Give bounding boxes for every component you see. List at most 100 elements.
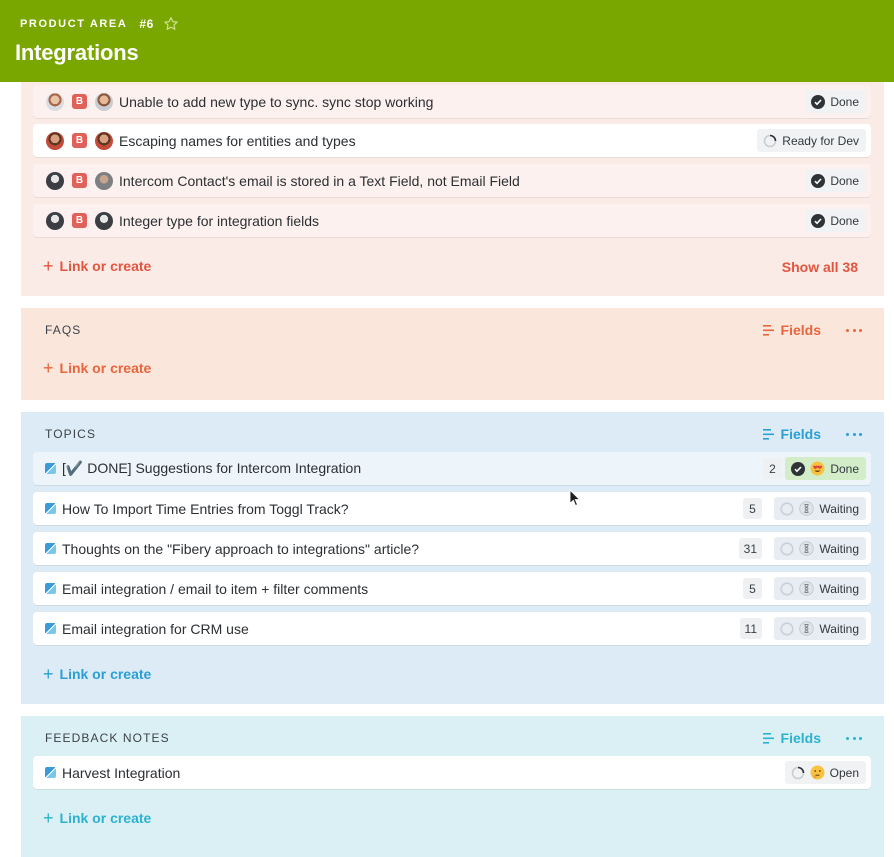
status-badge[interactable]: Done	[805, 90, 866, 113]
topics-section: TOPICS Fields [✔️ DONE] Suggestions for …	[21, 412, 884, 704]
topic-icon	[45, 623, 56, 634]
avatar	[95, 131, 113, 150]
status-badge[interactable]: Waiting	[774, 577, 866, 600]
status-badge[interactable]: Waiting	[774, 537, 866, 560]
feedback-row[interactable]: Harvest Integration Open	[33, 756, 871, 789]
link-or-create-button[interactable]: + Link or create	[43, 809, 151, 827]
topic-row[interactable]: Email integration / email to item + filt…	[33, 572, 871, 605]
more-options-button[interactable]	[846, 427, 862, 441]
link-or-create-button[interactable]: + Link or create	[43, 665, 151, 683]
spinner-icon	[791, 766, 804, 779]
fields-button[interactable]: Fields	[762, 322, 821, 338]
bug-badge: B	[72, 94, 87, 109]
status-label: Open	[829, 765, 859, 780]
check-circle-icon	[811, 213, 826, 228]
comment-count: 5	[743, 498, 762, 519]
bug-title: Escaping names for entities and types	[119, 132, 356, 149]
avatar	[46, 131, 64, 150]
area-number: #6	[139, 17, 154, 31]
show-all-button[interactable]: Show all 38	[782, 259, 858, 275]
section-title: FAQS	[45, 323, 82, 337]
plus-icon: +	[43, 808, 54, 828]
bug-badge: B	[72, 213, 87, 228]
topic-icon	[45, 463, 56, 474]
status-label: Ready for Dev	[782, 133, 859, 148]
avatar	[46, 92, 64, 111]
fields-button[interactable]: Fields	[762, 730, 821, 746]
status-badge[interactable]: Done	[805, 169, 866, 192]
topic-title: Email integration for CRM use	[62, 620, 249, 637]
status-label: Done	[830, 173, 859, 188]
bug-title: Unable to add new type to sync. sync sto…	[119, 93, 434, 110]
bug-row[interactable]: B Intercom Contact's email is stored in …	[33, 164, 871, 197]
topic-title: Email integration / email to item + filt…	[62, 580, 369, 597]
fields-label: Fields	[780, 426, 821, 442]
avatar	[95, 211, 113, 230]
star-icon[interactable]	[163, 16, 179, 32]
feedback-icon	[45, 767, 56, 778]
status-badge[interactable]: Done	[805, 209, 866, 232]
topic-title: [✔️ DONE] Suggestions for Intercom Integ…	[62, 460, 362, 476]
more-options-button[interactable]	[846, 731, 862, 745]
fields-label: Fields	[780, 322, 821, 338]
topic-icon	[45, 503, 56, 514]
topic-icon	[45, 543, 56, 554]
bug-badge: B	[72, 133, 87, 148]
status-badge[interactable]: Waiting	[774, 497, 866, 520]
status-label: Done	[830, 94, 859, 109]
bug-row[interactable]: B Integer type for integration fields Do…	[33, 204, 871, 237]
hourglass-icon	[799, 621, 815, 636]
avatar	[46, 171, 64, 190]
check-circle-icon	[811, 94, 826, 109]
status-badge[interactable]: Ready for Dev	[757, 129, 866, 152]
heart-eyes-emoji-icon	[810, 461, 825, 476]
link-or-create-label: Link or create	[59, 666, 152, 682]
bug-title: Intercom Contact's email is stored in a …	[119, 172, 520, 189]
topic-row[interactable]: How To Import Time Entries from Toggl Tr…	[33, 492, 871, 525]
topic-row[interactable]: [✔️ DONE] Suggestions for Intercom Integ…	[33, 452, 871, 485]
status-label: Waiting	[819, 541, 859, 556]
avatar	[95, 171, 113, 190]
page-header: PRODUCT AREA #6 Integrations	[0, 0, 894, 82]
topic-row[interactable]: Email integration for CRM use 11 Waiting	[33, 612, 871, 645]
feedback-notes-section: FEEDBACK NOTES Fields Harvest Integratio…	[21, 716, 884, 857]
feedback-title: Harvest Integration	[62, 764, 181, 781]
status-badge[interactable]: Open	[784, 761, 866, 784]
check-circle-icon	[791, 461, 806, 476]
more-options-button[interactable]	[846, 323, 862, 337]
fields-label: Fields	[780, 730, 821, 746]
comment-count: 11	[739, 618, 762, 639]
hourglass-icon	[799, 541, 815, 556]
status-label: Waiting	[819, 621, 859, 636]
page-title: Integrations	[15, 40, 139, 65]
area-label: PRODUCT AREA	[20, 18, 128, 30]
plus-icon: +	[43, 664, 54, 684]
lines-icon	[762, 428, 774, 440]
bug-row[interactable]: B Unable to add new type to sync. sync s…	[33, 85, 871, 118]
status-label: Waiting	[819, 581, 859, 596]
avatar	[95, 92, 113, 111]
status-badge[interactable]: Done	[785, 457, 866, 480]
link-or-create-label: Link or create	[59, 360, 152, 376]
topic-row[interactable]: Thoughts on the "Fibery approach to inte…	[33, 532, 871, 565]
fields-button[interactable]: Fields	[762, 426, 821, 442]
link-or-create-label: Link or create	[59, 810, 152, 826]
link-or-create-button[interactable]: + Link or create	[43, 359, 151, 377]
link-or-create-label: Link or create	[59, 258, 152, 274]
topic-icon	[45, 583, 56, 594]
link-or-create-button[interactable]: + Link or create	[43, 257, 151, 275]
status-label: Waiting	[819, 501, 859, 516]
bug-row[interactable]: B Escaping names for entities and types …	[33, 124, 871, 157]
hourglass-icon	[799, 501, 815, 516]
lines-icon	[762, 732, 774, 744]
section-title: FEEDBACK NOTES	[45, 731, 170, 745]
comment-count: 5	[743, 578, 762, 599]
faqs-section: FAQS Fields + Link or create	[21, 308, 884, 400]
status-badge[interactable]: Waiting	[774, 617, 866, 640]
bug-title: Integer type for integration fields	[119, 212, 320, 229]
plus-icon: +	[43, 256, 54, 276]
empty-circle-icon	[780, 621, 795, 636]
plus-icon: +	[43, 358, 54, 378]
empty-circle-icon	[780, 501, 795, 516]
empty-circle-icon	[780, 541, 795, 556]
